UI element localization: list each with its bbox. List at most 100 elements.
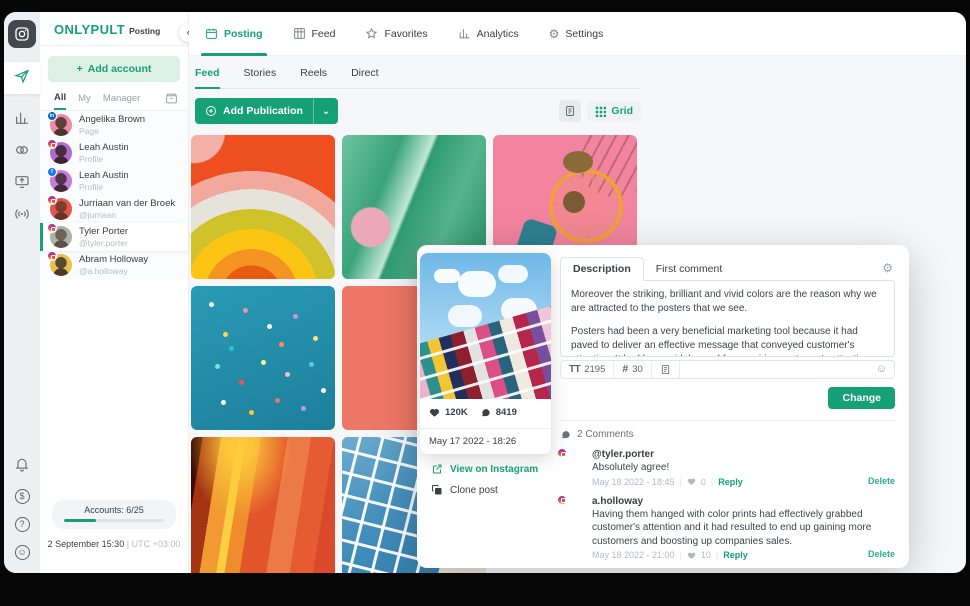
brand-name: ONLYPULT — [54, 22, 125, 37]
gear-icon: ⚙ — [549, 28, 560, 40]
current-datetime: 2 September 15:30 | UTC +03:00 — [40, 539, 188, 549]
paper-plane-icon — [14, 68, 30, 89]
editor-settings-gear-icon[interactable]: ⚙ — [882, 261, 893, 275]
comment-item: a.holloway Having them hanged with color… — [560, 496, 895, 561]
caption-input[interactable]: ☺ — [680, 361, 894, 378]
facebook-badge-icon: f — [47, 167, 57, 177]
delete-link[interactable]: Delete — [868, 476, 895, 486]
list-view-button[interactable] — [559, 100, 581, 122]
account-filter-tabs: All My Manager — [40, 90, 188, 111]
reply-link[interactable]: Reply — [718, 477, 743, 487]
grid-dots-icon — [595, 106, 606, 117]
post-thumbnail-rainbow[interactable] — [191, 135, 335, 279]
instagram-badge-icon — [47, 223, 57, 233]
reply-link[interactable]: Reply — [723, 550, 748, 560]
grid-view-button[interactable]: Grid — [587, 101, 641, 121]
top-navigation: Posting Feed Favorites Analytics ⚙ Setti… — [189, 12, 966, 56]
account-row[interactable]: Leah AustinProfile — [40, 139, 188, 167]
linked-circles-icon — [14, 142, 30, 163]
comments-stat: 8419 — [480, 407, 517, 418]
avatar — [50, 226, 72, 248]
avatar: f — [50, 170, 72, 192]
instagram-badge-icon — [47, 195, 57, 205]
instagram-badge-icon — [557, 495, 567, 505]
rail-item-analytics[interactable] — [4, 104, 40, 136]
account-row-selected[interactable]: Tyler Porter@tyler.porter — [40, 223, 188, 251]
feed-controls: Add Publication ⌄ Grid — [195, 98, 641, 124]
accounts-sidebar: ONLYPULT Posting ‹ + Add account All My … — [40, 12, 189, 573]
account-row[interactable]: in Angelika BrownPage — [40, 111, 188, 139]
post-date: May 17 2022 - 18:26 — [420, 428, 551, 454]
clone-post-link[interactable]: Clone post — [431, 484, 538, 496]
add-account-button[interactable]: + Add account — [48, 56, 180, 82]
bar-chart-icon — [14, 110, 30, 131]
subtab-reels[interactable]: Reels — [300, 67, 327, 88]
account-row[interactable]: Jurriaan van der Broek@jurriaan — [40, 195, 188, 223]
post-thumbnail-confetti[interactable] — [191, 286, 335, 430]
tab-my[interactable]: My — [78, 93, 91, 109]
instagram-badge-icon — [47, 251, 57, 261]
tab-manager[interactable]: Manager — [103, 93, 141, 109]
subtab-feed[interactable]: Feed — [195, 67, 220, 89]
nav-settings[interactable]: ⚙ Settings — [549, 12, 604, 56]
archive-icon[interactable] — [165, 92, 178, 110]
nav-posting[interactable]: Posting — [205, 12, 263, 56]
comments-header: 2 Comments — [560, 429, 895, 440]
broadcast-icon — [14, 206, 30, 227]
bell-icon — [14, 456, 30, 477]
rail-item-broadcast[interactable] — [4, 200, 40, 232]
change-button[interactable]: Change — [828, 387, 895, 409]
rail-item-links[interactable] — [4, 136, 40, 168]
rail-item-posting[interactable] — [4, 62, 40, 94]
subtab-stories[interactable]: Stories — [244, 67, 277, 88]
subtab-direct[interactable]: Direct — [351, 67, 378, 88]
comment-icon — [480, 407, 491, 418]
likes-stat: 120K — [429, 407, 468, 418]
external-link-icon — [431, 463, 443, 475]
icon-rail: $ ? ☺ — [4, 12, 40, 573]
emoji-icon[interactable]: ☺ — [876, 363, 887, 375]
avatar — [50, 254, 72, 276]
post-image — [420, 253, 551, 399]
tab-first-comment[interactable]: First comment — [644, 258, 735, 280]
tab-description[interactable]: Description — [560, 257, 644, 281]
clone-icon — [431, 484, 443, 496]
rail-item-profile[interactable]: ☺ — [4, 536, 40, 568]
heart-icon — [429, 407, 440, 418]
brand-suffix: Posting — [129, 26, 160, 36]
add-publication-button[interactable]: Add Publication ⌄ — [195, 98, 338, 124]
post-thumbnail-canyon[interactable] — [191, 437, 335, 573]
nav-feed[interactable]: Feed — [293, 12, 336, 56]
document-icon — [660, 364, 671, 375]
feed-grid-icon — [293, 27, 306, 40]
description-textarea[interactable]: Moreover the striking, brilliant and viv… — [560, 280, 895, 357]
view-on-instagram-link[interactable]: View on Instagram — [431, 463, 538, 475]
nav-favorites[interactable]: Favorites — [365, 12, 427, 56]
comment-icon — [560, 429, 571, 440]
editor-tabs: Description First comment ⚙ — [560, 259, 895, 280]
rail-item-notifications[interactable] — [4, 450, 40, 482]
account-row[interactable]: f Leah AustinProfile — [40, 167, 188, 195]
hashtag-count: #30 — [614, 361, 651, 378]
nav-analytics[interactable]: Analytics — [458, 12, 519, 56]
post-detail-popup: 120K 8419 May 17 2022 - 18:26 View on In… — [417, 245, 909, 568]
accounts-usage: Accounts: 6/25 — [52, 500, 176, 530]
template-button[interactable] — [652, 361, 680, 378]
tab-all[interactable]: All — [54, 92, 66, 110]
delete-link[interactable]: Delete — [868, 549, 895, 559]
char-count: TT2195 — [561, 361, 614, 378]
plus-circle-icon — [205, 105, 217, 117]
star-icon — [365, 27, 378, 40]
comment-item: @tyler.porter Absolutely agree! May 18 2… — [560, 449, 895, 487]
app-window: $ ? ☺ ONLYPULT Posting ‹ + Add account A… — [4, 12, 966, 573]
feed-subtabs: Feed Stories Reels Direct — [195, 56, 641, 89]
screenshot-stage: $ ? ☺ ONLYPULT Posting ‹ + Add account A… — [0, 0, 970, 606]
avatar — [560, 451, 582, 473]
chevron-down-icon[interactable]: ⌄ — [314, 106, 338, 117]
instagram-badge-icon — [557, 448, 567, 458]
rail-item-monitoring[interactable] — [4, 168, 40, 200]
instagram-badge-icon — [47, 139, 57, 149]
post-actions: View on Instagram Clone post — [431, 463, 538, 496]
account-row[interactable]: Abram Holloway@a.holloway — [40, 251, 188, 279]
dollar-icon: $ — [15, 489, 30, 504]
